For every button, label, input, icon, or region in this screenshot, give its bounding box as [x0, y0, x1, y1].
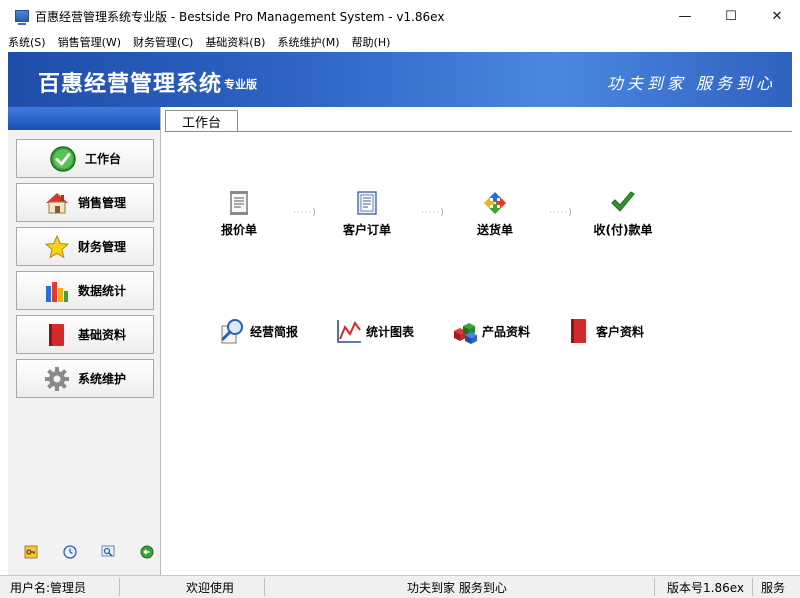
status-bar: 用户名:管理员 欢迎使用 功夫到家 服务到心 版本号1.86ex 服务 [0, 575, 800, 598]
flow-label: 报价单 [220, 223, 257, 237]
maximize-button[interactable]: ☐ [708, 0, 754, 32]
search-icon[interactable] [101, 545, 115, 559]
status-version: 版本号1.86ex [655, 578, 753, 596]
minimize-button[interactable]: — [662, 0, 708, 32]
sidebar-item-statistics[interactable]: 数据统计 [16, 271, 154, 310]
header-banner: 百惠经营管理系统 专业版 功夫到家 服务到心 [8, 52, 792, 107]
flow-separator: ·····) [293, 208, 317, 218]
red-book-icon [44, 322, 70, 348]
menu-sales[interactable]: 销售管理(W) [58, 34, 121, 50]
sidebar-item-label: 财务管理 [77, 240, 126, 254]
status-service: 服务 [761, 580, 786, 595]
quick-customer-data[interactable]: 客户资料 [565, 316, 644, 346]
gear-icon [44, 366, 70, 392]
flow-payment-receipt[interactable]: 收(付)款单 [583, 189, 663, 238]
sidebar-item-label: 销售管理 [77, 196, 126, 210]
sidebar-item-label: 工作台 [84, 152, 121, 166]
house-icon [44, 190, 70, 216]
flow-label: 客户订单 [342, 223, 391, 237]
sidebar-header [8, 107, 160, 130]
flow-quotation[interactable]: 报价单 [199, 189, 279, 238]
quick-label: 统计图表 [366, 324, 415, 339]
status-user: 用户名:管理员 [0, 578, 120, 596]
banner-slogan: 功夫到家 服务到心 [606, 74, 776, 93]
checkmark-icon [609, 189, 637, 217]
sidebar-item-basic-data[interactable]: 基础资料 [16, 315, 154, 354]
sidebar-item-label: 数据统计 [77, 284, 126, 298]
quick-label: 客户资料 [596, 324, 645, 339]
sidebar-item-finance[interactable]: 财务管理 [16, 227, 154, 266]
menu-system[interactable]: 系统(S) [8, 34, 46, 50]
banner-subtitle: 专业版 [224, 78, 257, 91]
status-slogan: 功夫到家 服务到心 [265, 578, 655, 596]
quick-label: 产品资料 [482, 324, 531, 339]
flow-separator: ·····) [421, 208, 445, 218]
menu-bar: 系统(S) 销售管理(W) 财务管理(C) 基础资料(B) 系统维护(M) 帮助… [0, 32, 800, 52]
cubes-icon [451, 317, 479, 345]
flow-label: 收(付)款单 [593, 223, 653, 237]
flow-separator: ·····) [549, 208, 573, 218]
app-monitor-icon [15, 10, 29, 25]
title-bar: 百惠经营管理系统专业版 - Bestside Pro Management Sy… [0, 0, 800, 32]
sidebar-item-maintenance[interactable]: 系统维护 [16, 359, 154, 398]
quick-product-data[interactable]: 产品资料 [451, 316, 530, 346]
sidebar-item-label: 系统维护 [77, 372, 126, 386]
document-icon [225, 189, 253, 217]
sidebar: 工作台 销售管理 财务管理 数据统计 基础资料 系统维护 [8, 107, 161, 575]
tab-workbench[interactable]: 工作台 [165, 110, 238, 132]
clock-icon[interactable] [63, 545, 77, 559]
status-welcome: 欢迎使用 [120, 578, 265, 596]
flow-label: 送货单 [476, 223, 513, 237]
quick-label: 经营简报 [250, 324, 299, 339]
red-book-icon [565, 317, 593, 345]
exit-icon[interactable] [140, 545, 154, 559]
recycle-icon [481, 189, 509, 217]
tab-divider [165, 131, 792, 132]
main-panel: 工作台 报价单 ·····) 客户订单 ·····) 送货单 ·····) 收(… [161, 107, 792, 575]
star-icon [44, 234, 70, 260]
sidebar-item-workbench[interactable]: 工作台 [16, 139, 154, 178]
menu-maintenance[interactable]: 系统维护(M) [277, 34, 339, 50]
order-icon [353, 189, 381, 217]
key-icon[interactable] [24, 545, 38, 559]
flow-delivery-note[interactable]: 送货单 [455, 189, 535, 238]
sidebar-toolbar [24, 545, 154, 559]
menu-finance[interactable]: 财务管理(C) [133, 34, 193, 50]
window-controls: — ☐ ✕ [662, 0, 800, 32]
close-button[interactable]: ✕ [754, 0, 800, 32]
window-title: 百惠经营管理系统专业版 - Bestside Pro Management Sy… [35, 9, 445, 24]
check-circle-icon [49, 145, 77, 173]
magnifier-icon [219, 317, 247, 345]
sidebar-item-sales[interactable]: 销售管理 [16, 183, 154, 222]
quick-business-brief[interactable]: 经营简报 [219, 316, 298, 346]
banner-title: 百惠经营管理系统 [38, 72, 223, 97]
menu-basic-data[interactable]: 基础资料(B) [205, 34, 265, 50]
flow-customer-order[interactable]: 客户订单 [327, 189, 407, 238]
bar-chart-icon [44, 278, 70, 304]
sidebar-item-label: 基础资料 [77, 328, 126, 342]
quick-statistics-chart[interactable]: 统计图表 [335, 316, 414, 346]
line-chart-icon [335, 317, 363, 345]
menu-help[interactable]: 帮助(H) [352, 34, 391, 50]
